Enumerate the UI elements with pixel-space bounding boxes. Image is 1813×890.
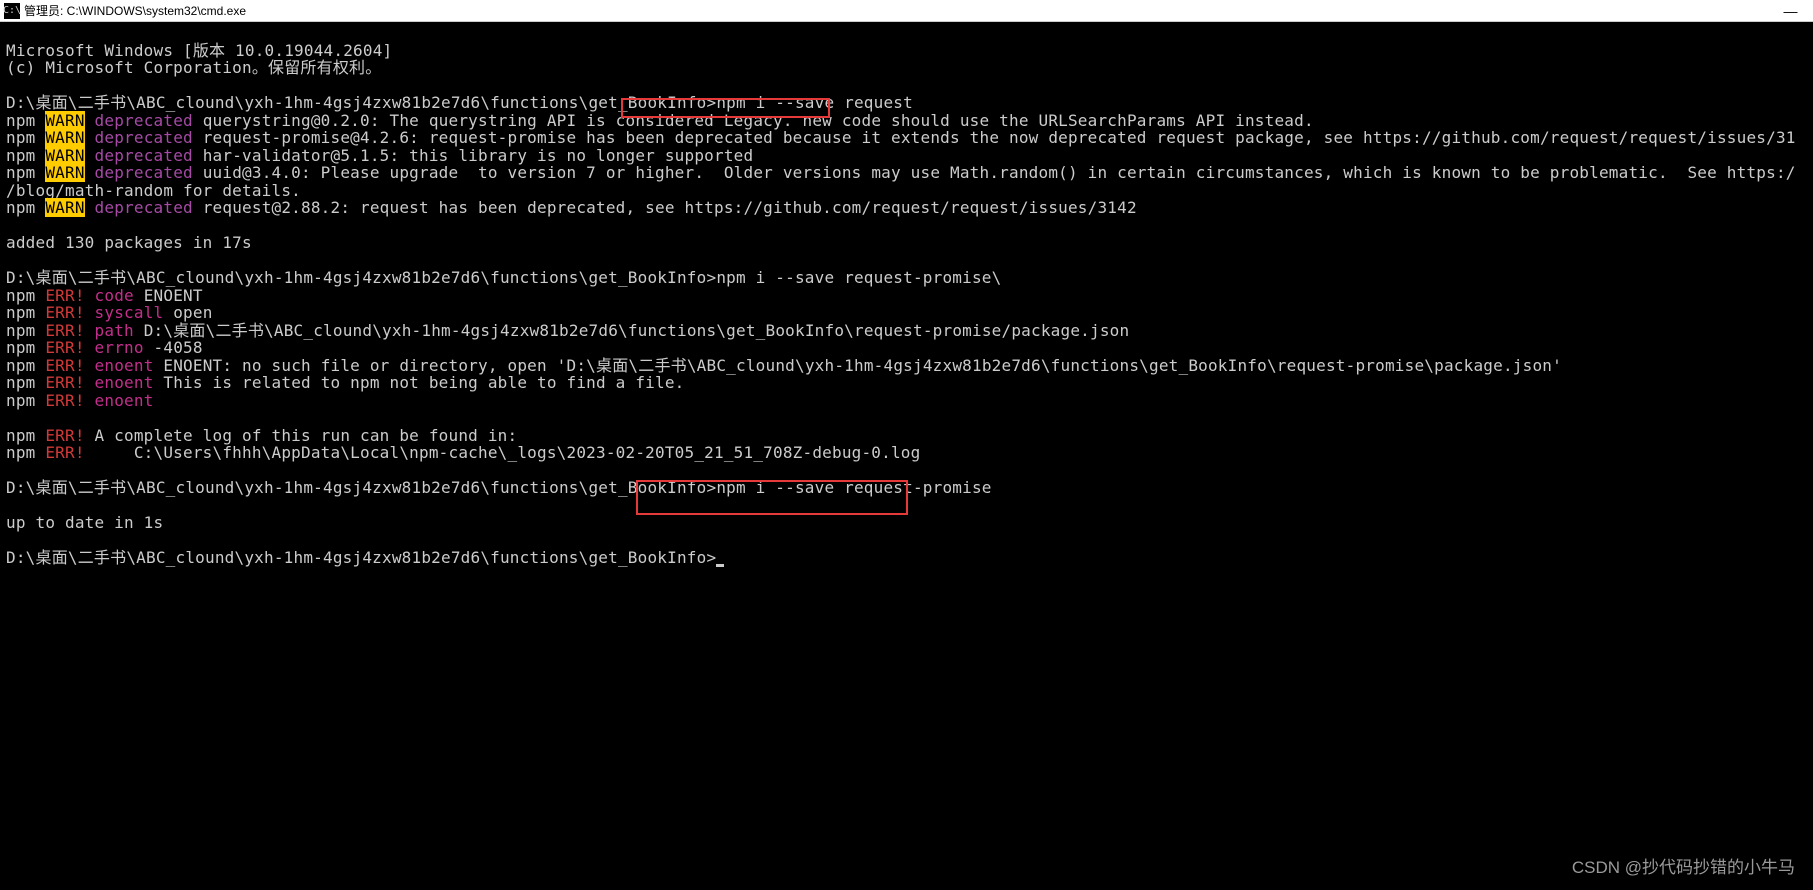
- copyright-line: (c) Microsoft Corporation。保留所有权利。: [6, 58, 381, 77]
- npm-label: npm: [6, 338, 36, 357]
- command-input: npm i --save request-promise\: [716, 268, 1001, 287]
- warn-badge: WARN: [45, 146, 84, 165]
- err-badge: ERR!: [45, 391, 84, 410]
- npm-label: npm: [6, 356, 36, 375]
- npm-label: npm: [6, 303, 36, 322]
- warn-badge: WARN: [45, 163, 84, 182]
- err-badge: ERR!: [45, 321, 84, 340]
- err-badge: ERR!: [45, 443, 84, 462]
- npm-label: npm: [6, 198, 36, 217]
- deprecated-label: deprecated: [95, 198, 193, 217]
- warn-text: request-promise@4.2.6: request-promise h…: [193, 128, 1796, 147]
- err-value: D:\桌面\二手书\ABC_clound\yxh-1hm-4gsj4zxw81b…: [134, 321, 1129, 340]
- err-key: code: [95, 286, 134, 305]
- err-badge: ERR!: [45, 356, 84, 375]
- version-line: Microsoft Windows [版本 10.0.19044.2604]: [6, 41, 392, 60]
- err-badge: ERR!: [45, 373, 84, 392]
- cursor-icon: [716, 564, 724, 567]
- warn-badge: WARN: [45, 198, 84, 217]
- install-summary: added 130 packages in 17s: [6, 233, 252, 252]
- deprecated-label: deprecated: [95, 111, 193, 130]
- deprecated-label: deprecated: [95, 128, 193, 147]
- warn-badge: WARN: [45, 111, 84, 130]
- npm-label: npm: [6, 321, 36, 340]
- err-value: ENOENT: no such file or directory, open …: [154, 356, 1562, 375]
- err-key: syscall: [95, 303, 164, 322]
- command-input: npm i --save request: [716, 93, 913, 112]
- npm-label: npm: [6, 163, 36, 182]
- err-key: errno: [95, 338, 144, 357]
- npm-label: npm: [6, 128, 36, 147]
- err-badge: ERR!: [45, 338, 84, 357]
- npm-label: npm: [6, 286, 36, 305]
- terminal-output[interactable]: Microsoft Windows [版本 10.0.19044.2604] (…: [0, 22, 1813, 604]
- err-value: open: [163, 303, 212, 322]
- prompt-path: D:\桌面\二手书\ABC_clound\yxh-1hm-4gsj4zxw81b…: [6, 478, 716, 497]
- npm-label: npm: [6, 391, 36, 410]
- npm-label: npm: [6, 146, 36, 165]
- deprecated-label: deprecated: [95, 146, 193, 165]
- err-log-text: A complete log of this run can be found …: [85, 426, 518, 445]
- npm-label: npm: [6, 373, 36, 392]
- warn-text: uuid@3.4.0: Please upgrade to version 7 …: [193, 163, 1796, 182]
- warn-text: querystring@0.2.0: The querystring API i…: [193, 111, 1314, 130]
- err-key: enoent: [95, 391, 154, 410]
- window-controls: —: [1768, 0, 1813, 22]
- err-value: -4058: [144, 338, 203, 357]
- deprecated-label: deprecated: [95, 163, 193, 182]
- watermark-text: CSDN @抄代码抄错的小牛马: [1572, 853, 1795, 878]
- window-title: 管理员: C:\WINDOWS\system32\cmd.exe: [24, 2, 246, 19]
- err-value: This is related to npm not being able to…: [154, 373, 685, 392]
- uptodate-text: up to date in 1s: [6, 513, 163, 532]
- err-badge: ERR!: [45, 286, 84, 305]
- warn-text: request@2.88.2: request has been depreca…: [193, 198, 1137, 217]
- err-value: ENOENT: [134, 286, 203, 305]
- minimize-button[interactable]: —: [1768, 0, 1813, 22]
- warn-badge: WARN: [45, 128, 84, 147]
- err-log-path: C:\Users\fhhh\AppData\Local\npm-cache\_l…: [85, 443, 921, 462]
- window-titlebar: C:\ 管理员: C:\WINDOWS\system32\cmd.exe —: [0, 0, 1813, 22]
- warn-text-cont: /blog/math-random for details.: [6, 181, 301, 200]
- npm-label: npm: [6, 443, 36, 462]
- prompt-path: D:\桌面\二手书\ABC_clound\yxh-1hm-4gsj4zxw81b…: [6, 93, 716, 112]
- command-input: npm i --save request-promise: [716, 478, 991, 497]
- err-badge: ERR!: [45, 426, 84, 445]
- prompt-path: D:\桌面\二手书\ABC_clound\yxh-1hm-4gsj4zxw81b…: [6, 548, 716, 567]
- cmd-icon: C:\: [4, 3, 20, 19]
- warn-text: har-validator@5.1.5: this library is no …: [193, 146, 753, 165]
- err-key: enoent: [95, 356, 154, 375]
- err-badge: ERR!: [45, 303, 84, 322]
- npm-label: npm: [6, 111, 36, 130]
- err-key: enoent: [95, 373, 154, 392]
- npm-label: npm: [6, 426, 36, 445]
- prompt-path: D:\桌面\二手书\ABC_clound\yxh-1hm-4gsj4zxw81b…: [6, 268, 716, 287]
- err-key: path: [95, 321, 134, 340]
